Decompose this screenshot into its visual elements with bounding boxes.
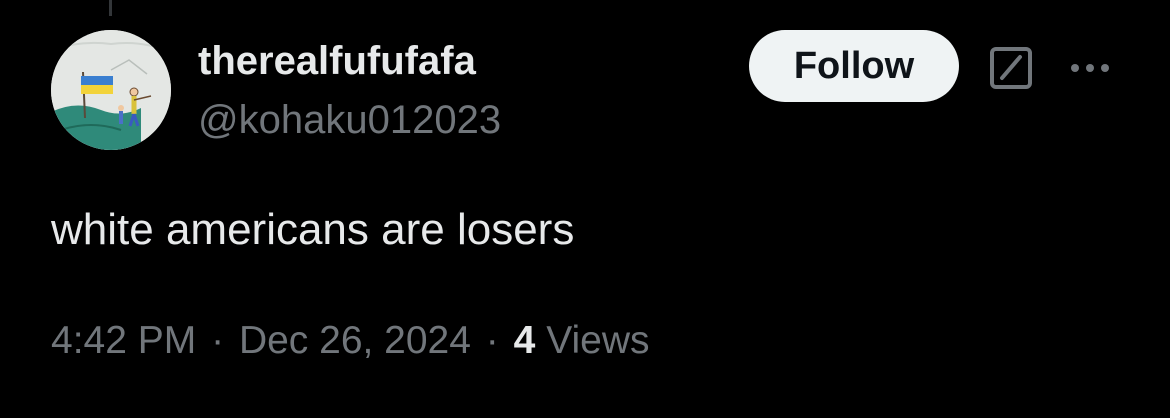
grok-icon bbox=[990, 47, 1032, 89]
grok-button[interactable] bbox=[985, 42, 1037, 94]
meta-separator: · bbox=[485, 319, 499, 362]
avatar[interactable] bbox=[51, 30, 171, 150]
views-label[interactable]: Views bbox=[546, 319, 649, 362]
meta-separator: · bbox=[211, 319, 225, 362]
child-drawing-avatar-icon bbox=[51, 30, 171, 150]
thread-connector-line bbox=[109, 0, 112, 16]
tweet-date[interactable]: Dec 26, 2024 bbox=[239, 319, 471, 362]
more-options-icon bbox=[1071, 64, 1109, 72]
author-handle[interactable]: @kohaku012023 bbox=[198, 97, 501, 143]
follow-button[interactable]: Follow bbox=[749, 30, 959, 102]
tweet-text: white americans are losers bbox=[51, 205, 575, 254]
more-options-button[interactable] bbox=[1062, 46, 1118, 90]
tweet-time[interactable]: 4:42 PM bbox=[51, 319, 196, 362]
views-count[interactable]: 4 bbox=[514, 319, 536, 362]
tweet-metadata: 4:42 PM · Dec 26, 2024 · 4 Views bbox=[51, 318, 650, 364]
author-display-name[interactable]: therealfufufafa bbox=[198, 38, 476, 84]
